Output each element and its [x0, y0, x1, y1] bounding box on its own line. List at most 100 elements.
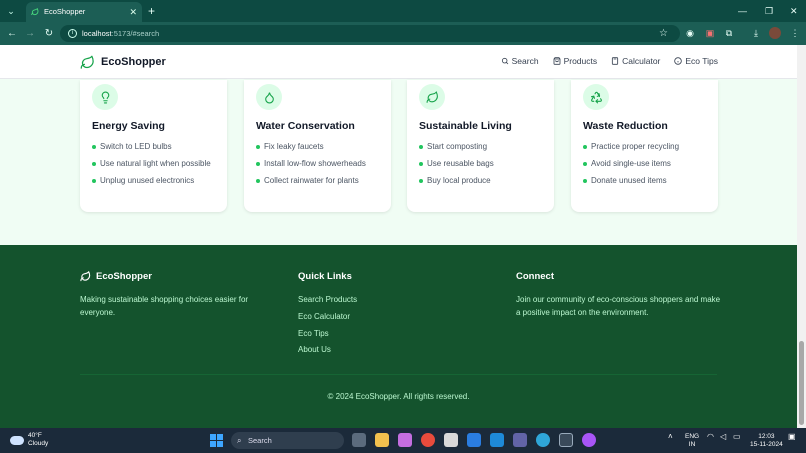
- site-info-icon[interactable]: i: [68, 29, 77, 38]
- leaf-favicon-icon: [31, 8, 39, 16]
- reload-icon[interactable]: ↻: [42, 26, 56, 41]
- footer-brand-col: EcoShopper Making sustainable shopping c…: [80, 271, 270, 319]
- tip-icon-wrap: [583, 84, 609, 110]
- recycle-icon: [590, 91, 602, 103]
- brand-logo[interactable]: EcoShopper: [80, 54, 166, 70]
- app-header: EcoShopper Search Products Calculator Ec…: [0, 45, 806, 79]
- tip-item: Practice proper recycling: [583, 141, 703, 154]
- chrome-active-icon[interactable]: [559, 433, 573, 447]
- tip-item: Use natural light when possible: [92, 158, 212, 171]
- clock[interactable]: 12:03 15-11-2024: [750, 433, 783, 448]
- footer-connect-col: Connect Join our community of eco-consci…: [516, 271, 721, 319]
- notification-icon[interactable]: ▣: [788, 433, 796, 441]
- address-bar[interactable]: i localhost:5173/#search ☆: [60, 25, 680, 42]
- tip-item: Avoid single-use items: [583, 158, 703, 171]
- nav-calculator[interactable]: Calculator: [611, 56, 660, 66]
- extension-icon[interactable]: ◉: [684, 27, 696, 39]
- taskbar-search[interactable]: ⌕ Search: [231, 432, 344, 449]
- browser-menu-icon[interactable]: ⋮: [789, 27, 801, 39]
- url-path: :5173/#search: [111, 29, 160, 38]
- tab-title: EcoShopper: [44, 7, 86, 16]
- footer-tagline: Making sustainable shopping choices easi…: [80, 295, 249, 317]
- tip-title: Energy Saving: [92, 120, 165, 132]
- tray-chevron-icon[interactable]: ˄: [668, 433, 673, 441]
- browser-tab[interactable]: EcoShopper ✕: [26, 2, 142, 22]
- search-icon: ⌕: [237, 436, 242, 445]
- droplet-icon: [264, 91, 274, 103]
- page-scrollbar[interactable]: [797, 45, 806, 428]
- leaf-icon: [80, 55, 94, 69]
- calendar-app-icon[interactable]: [444, 433, 458, 447]
- footer-brand: EcoShopper: [80, 271, 270, 282]
- profile-avatar[interactable]: [769, 27, 781, 39]
- taskbar-search-label: Search: [248, 436, 272, 445]
- copilot-icon[interactable]: [398, 433, 412, 447]
- vscode-icon[interactable]: [490, 433, 504, 447]
- tip-title: Sustainable Living: [419, 120, 512, 132]
- footer-link-eco-tips[interactable]: Eco Tips: [298, 327, 357, 340]
- chrome-icon[interactable]: [421, 433, 435, 447]
- edge-icon[interactable]: [536, 433, 550, 447]
- download-icon[interactable]: ⤓: [750, 27, 762, 39]
- teams-icon[interactable]: [513, 433, 527, 447]
- tip-list: Practice proper recycling Avoid single-u…: [583, 141, 703, 192]
- main-nav: Search Products Calculator Eco Tips: [501, 56, 718, 66]
- windows-taskbar: 40°F Cloudy ⌕ Search ˄ ENG IN ◠ ◁ ▭ 12:0…: [0, 428, 806, 453]
- volume-icon[interactable]: ◁: [720, 433, 726, 441]
- bookmark-star-icon[interactable]: ☆: [659, 25, 668, 42]
- minimize-icon[interactable]: —: [738, 3, 747, 19]
- extension-2-icon[interactable]: ▣: [704, 27, 716, 39]
- tip-icon-wrap: [419, 84, 445, 110]
- task-view-icon[interactable]: [352, 433, 366, 447]
- leaf-icon: [426, 90, 438, 103]
- tip-item: Start composting: [419, 141, 539, 154]
- nav-eco-tips[interactable]: Eco Tips: [674, 56, 718, 66]
- nav-search[interactable]: Search: [501, 56, 539, 66]
- file-explorer-icon[interactable]: [375, 433, 389, 447]
- nav-products-label: Products: [563, 56, 598, 66]
- nav-products[interactable]: Products: [553, 56, 598, 66]
- forward-icon[interactable]: →: [23, 26, 37, 41]
- tab-search-chevron-icon[interactable]: ⌄: [4, 4, 18, 18]
- footer-link-search-products[interactable]: Search Products: [298, 293, 357, 306]
- calculator-icon: [612, 57, 619, 65]
- wifi-icon[interactable]: ◠: [707, 433, 714, 441]
- lang-region: IN: [688, 440, 696, 448]
- quick-links-list: Search Products Eco Calculator Eco Tips …: [298, 293, 357, 356]
- restore-icon[interactable]: ❐: [765, 3, 773, 19]
- close-window-icon[interactable]: ✕: [790, 3, 798, 19]
- clock-date: 15-11-2024: [750, 440, 783, 448]
- cloud-icon: [10, 435, 24, 445]
- footer-link-eco-calculator[interactable]: Eco Calculator: [298, 310, 357, 323]
- tip-card-water: Water Conservation Fix leaky faucets Ins…: [244, 80, 391, 212]
- footer-quick-links-col: Quick Links Search Products Eco Calculat…: [298, 271, 357, 360]
- footer-brand-name: EcoShopper: [96, 271, 152, 282]
- github-desktop-icon[interactable]: [582, 433, 596, 447]
- extensions-puzzle-icon[interactable]: ⧉: [723, 27, 735, 39]
- tip-item: Collect rainwater for plants: [256, 175, 376, 188]
- new-tab-icon[interactable]: +: [148, 3, 155, 19]
- weather-condition: Cloudy: [28, 440, 49, 447]
- info-icon: [674, 57, 683, 65]
- browser-toolbar: ← → ↻ i localhost:5173/#search ☆ ◉ ▣ ⧉ ⤓…: [0, 22, 806, 45]
- scrollbar-thumb[interactable]: [799, 341, 804, 425]
- tip-card-energy: Energy Saving Switch to LED bulbs Use na…: [80, 80, 227, 212]
- close-tab-icon[interactable]: ✕: [129, 2, 137, 22]
- tip-list: Start composting Use reusable bags Buy l…: [419, 141, 539, 192]
- tip-icon-wrap: [256, 84, 282, 110]
- nav-calculator-label: Calculator: [622, 56, 661, 66]
- back-icon[interactable]: ←: [5, 26, 19, 41]
- tip-card-sustainable: Sustainable Living Start composting Use …: [407, 80, 554, 212]
- outlook-icon[interactable]: [467, 433, 481, 447]
- url-host: localhost: [82, 29, 112, 38]
- language-indicator[interactable]: ENG IN: [685, 433, 699, 448]
- battery-icon[interactable]: ▭: [733, 433, 741, 441]
- tip-item: Buy local produce: [419, 175, 539, 188]
- tip-list: Fix leaky faucets Install low-flow showe…: [256, 141, 376, 192]
- weather-temp: 40°F: [28, 432, 42, 439]
- tip-title: Water Conservation: [256, 120, 355, 132]
- footer-link-about-us[interactable]: About Us: [298, 343, 357, 356]
- weather-widget[interactable]: 40°F Cloudy: [10, 432, 48, 448]
- lang-code: ENG: [685, 433, 700, 440]
- windows-start-icon[interactable]: [210, 434, 223, 447]
